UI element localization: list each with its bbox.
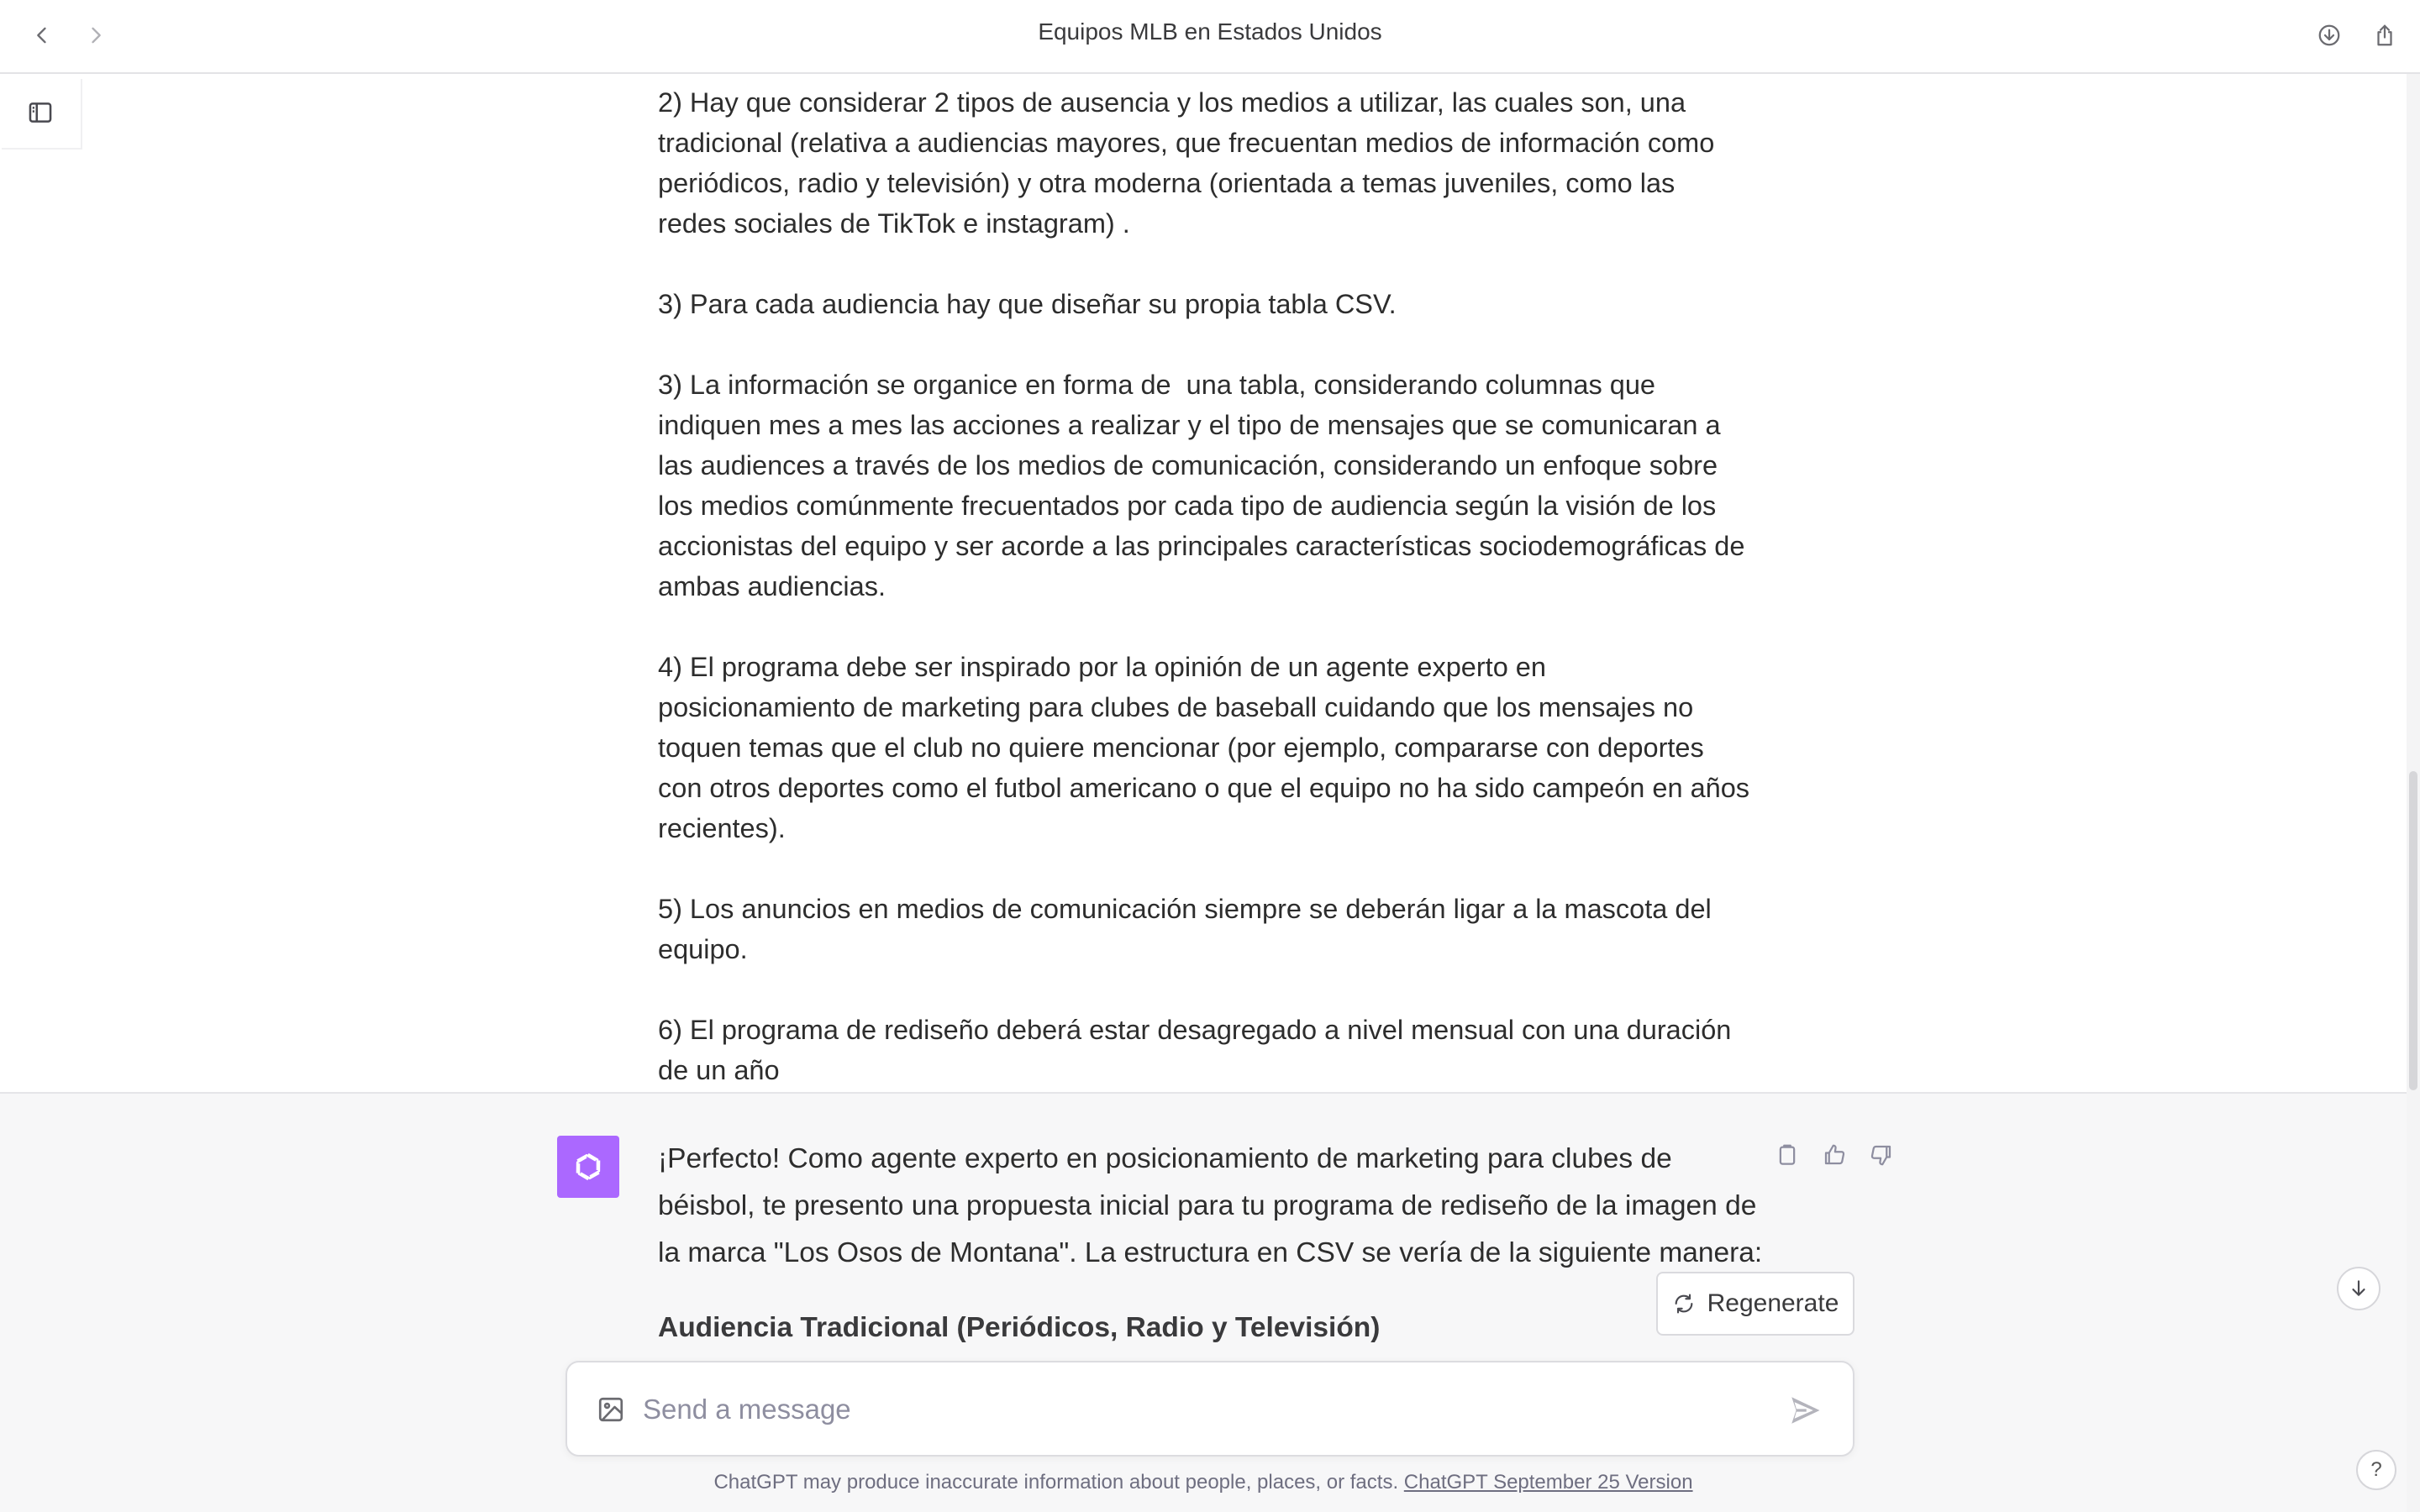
scroll-to-bottom-button[interactable] — [2337, 1267, 2381, 1310]
thumbs-up-icon — [1824, 1144, 1845, 1165]
scrollbar[interactable] — [2407, 74, 2420, 1512]
message-paragraph: 3) Para cada audiencia hay que diseñar s… — [658, 289, 1397, 319]
regenerate-label: Regenerate — [1707, 1289, 1839, 1317]
share-button[interactable] — [2366, 17, 2403, 54]
message-paragraph: 6) El programa de rediseño deberá estar … — [658, 1015, 1739, 1085]
sidebar-toggle-button[interactable] — [0, 77, 81, 148]
message-paragraph: 3) La información se organice en forma d… — [658, 370, 1753, 601]
help-button[interactable]: ? — [2356, 1450, 2396, 1490]
send-icon[interactable] — [1787, 1393, 1823, 1428]
version-link[interactable]: ChatGPT September 25 Version — [1404, 1471, 1693, 1494]
message-composer — [566, 1361, 1854, 1457]
message-input[interactable] — [643, 1383, 1735, 1436]
disclaimer-text: ChatGPT may produce inaccurate informati… — [713, 1471, 1404, 1494]
copy-button[interactable] — [1773, 1141, 1802, 1169]
message-paragraph: 2) Hay que considerar 2 tipos de ausenci… — [658, 87, 1723, 239]
user-message: 2) Hay que considerar 2 tipos de ausenci… — [0, 76, 2407, 1092]
message-paragraph: 4) El programa debe ser inspirado por la… — [658, 652, 1758, 843]
assistant-message-text: ¡Perfecto! Como agente experto en posici… — [658, 1143, 1763, 1268]
window-title: Equipos MLB en Estados Unidos — [1038, 18, 1382, 45]
title-bar: Equipos MLB en Estados Unidos — [0, 0, 2420, 74]
user-message-text: 2) Hay que considerar 2 tipos de ausenci… — [658, 82, 1750, 1131]
message-actions — [1773, 1141, 1896, 1169]
copy-icon — [1779, 1144, 1796, 1165]
thumbs-up-button[interactable] — [1820, 1141, 1849, 1169]
scrollbar-thumb[interactable] — [2409, 771, 2417, 1090]
refresh-icon — [1675, 1294, 1692, 1314]
sidebar-toggle-icon — [29, 102, 52, 123]
regenerate-button[interactable]: Regenerate — [1656, 1272, 1854, 1336]
assistant-avatar — [557, 1136, 619, 1198]
openai-logo-icon — [576, 1152, 601, 1181]
section-heading: Audiencia Tradicional (Periódicos, Radio… — [658, 1312, 1381, 1343]
arrow-down-icon — [2352, 1280, 2365, 1296]
footer-disclaimer: ChatGPT may produce inaccurate informati… — [0, 1471, 2407, 1494]
download-button[interactable] — [2311, 17, 2348, 54]
share-icon — [2377, 24, 2392, 46]
thumbs-down-icon — [1870, 1145, 1891, 1166]
thumbs-down-button[interactable] — [1867, 1141, 1896, 1169]
download-icon — [2318, 24, 2340, 46]
image-icon[interactable] — [596, 1394, 626, 1425]
message-paragraph: 5) Los anuncios en medios de comunicació… — [658, 894, 1719, 964]
